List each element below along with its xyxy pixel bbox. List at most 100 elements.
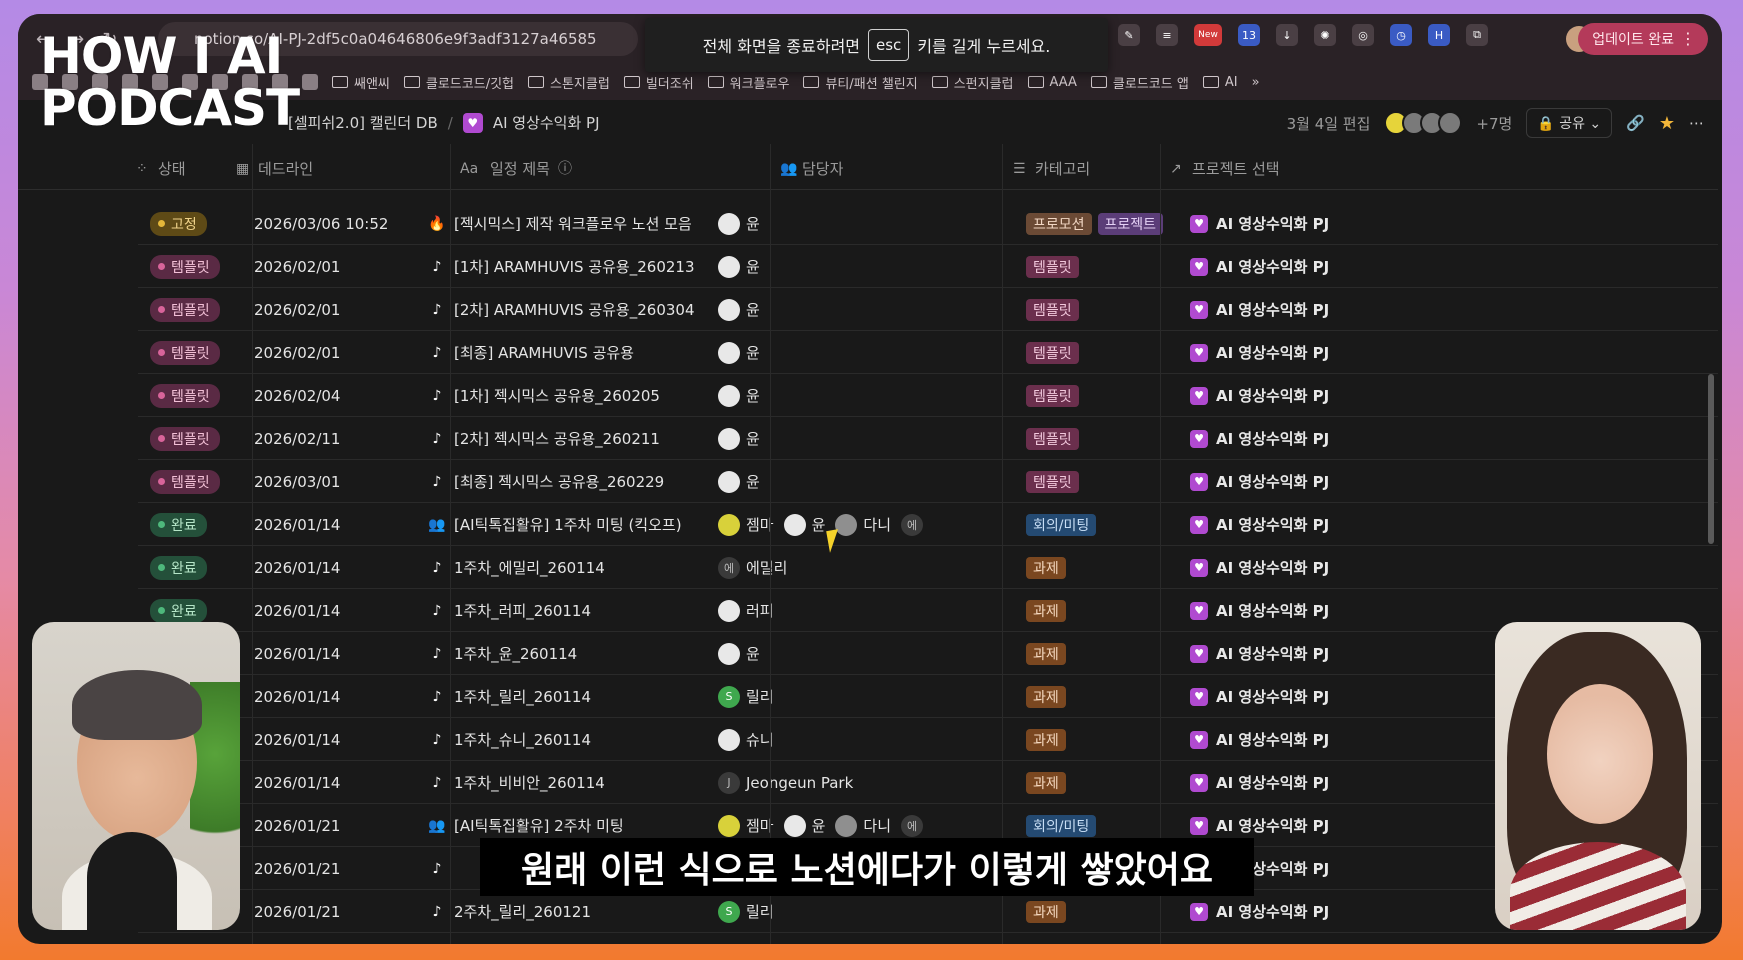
table-row[interactable]: 완료2026/01/21♪2주차_릴리_260121S릴리과제♥AI 영상수익화…	[138, 890, 1718, 933]
title-cell[interactable]: ♪ [1차] 젝시믹스 공유용_260205	[428, 374, 660, 417]
assignee-cell[interactable]: 러피	[718, 589, 784, 632]
project-cell[interactable]: ♥ AI 영상수익화 PJ	[1190, 331, 1329, 374]
category-cell[interactable]: 과제	[1026, 890, 1072, 933]
status-cell[interactable]: 템플릿	[150, 245, 220, 288]
assignee-cell[interactable]: 윤	[718, 374, 770, 417]
title-cell[interactable]: ♪ 1주차_릴리_260114	[428, 675, 591, 718]
table-row[interactable]: 템플릿 2026/02/01 ♪ [최종] ARAMHUVIS 공유용 윤 템플릿 ♥ AI …	[138, 331, 1718, 374]
table-row[interactable]: 템플릿 2026/02/01 ♪ [2차] ARAMHUVIS 공유용_260304 윤…	[138, 288, 1718, 331]
column-assignee[interactable]: 👥 담당자	[780, 158, 843, 179]
status-badge[interactable]: 템플릿	[150, 297, 220, 322]
assignee-cell[interactable]: 윤	[718, 460, 770, 503]
table-row[interactable]: 완료2026/01/14♪1주차_슈니_260114슈니과제♥AI 영상수익화 …	[138, 718, 1718, 761]
extension-icon[interactable]: ◎	[1352, 24, 1374, 46]
category-cell[interactable]: 과제	[1026, 632, 1072, 675]
title-cell[interactable]: ♪ 1주차_러피_260114	[428, 589, 591, 632]
update-button[interactable]: 업데이트 완료 ⋮	[1578, 23, 1708, 55]
bookmark-folder[interactable]: 뷰티/패션 챌린지	[803, 73, 918, 92]
project-cell[interactable]: ♥ AI 영상수익화 PJ	[1190, 761, 1329, 804]
project-cell[interactable]: ♥ AI 영상수익화 PJ	[1190, 460, 1329, 503]
assignee-cell[interactable]: 슈니	[718, 718, 784, 761]
status-badge[interactable]: 템플릿	[150, 254, 220, 279]
table-row[interactable]: 템플릿 2026/02/04 ♪ [1차] 젝시믹스 공유용_260205 윤 템플릿 ♥ A…	[138, 374, 1718, 417]
deadline-cell[interactable]: 2026/02/01	[254, 245, 340, 288]
status-cell[interactable]: 템플릿	[150, 417, 220, 460]
title-cell[interactable]: ♪ [최종] 젝시믹스 공유용_260229	[428, 460, 665, 503]
deadline-cell[interactable]: 2026/01/14	[254, 503, 340, 546]
extension-icon[interactable]: H	[1428, 24, 1450, 46]
column-status[interactable]: ⁘ 상태	[136, 158, 186, 179]
bookmark-folder[interactable]: 스톤지클럽	[528, 73, 610, 92]
assignee-cell[interactable]: 윤	[718, 417, 770, 460]
category-cell[interactable]: 템플릿	[1026, 374, 1085, 417]
category-cell[interactable]: 과제	[1026, 761, 1072, 804]
deadline-cell[interactable]: 2026/01/14	[254, 632, 340, 675]
status-badge[interactable]: 템플릿	[150, 426, 220, 451]
favorite-star-icon[interactable]: ★	[1659, 113, 1675, 134]
category-cell[interactable]: 과제	[1026, 675, 1072, 718]
bookmark-folder[interactable]: 워크플로우	[707, 73, 789, 92]
assignee[interactable]: 젬마	[718, 513, 774, 536]
title-cell[interactable]: ♪ [1차] ARAMHUVIS 공유용_260213	[428, 245, 695, 288]
status-cell[interactable]: 완료	[150, 503, 207, 546]
table-row[interactable]: 템플릿 2026/02/11 ♪ [2차] 젝시믹스 공유용_260211 윤 템플릿 ♥ A…	[138, 417, 1718, 460]
project-relation[interactable]: ♥ AI 영상수익화 PJ	[1190, 686, 1329, 707]
assignee-cell[interactable]: S 릴리	[718, 890, 784, 933]
deadline-cell[interactable]: 2026/01/14	[254, 718, 340, 761]
assignee[interactable]: 윤	[718, 427, 760, 450]
title-cell[interactable]: 🔥 [젝시믹스] 제작 워크플로우 노션 모음	[428, 202, 692, 245]
table-row[interactable]: 완료2026/01/14♪1주차_윤_260114윤과제♥AI 영상수익화 PJ	[138, 632, 1718, 675]
category-cell[interactable]: 템플릿	[1026, 417, 1085, 460]
deadline-cell[interactable]: 2026/01/14	[254, 589, 340, 632]
table-row[interactable]: 템플릿 2026/03/01 ♪ [최종] 젝시믹스 공유용_260229 윤 템플릿 ♥ A…	[138, 460, 1718, 503]
project-cell[interactable]: ♥ AI 영상수익화 PJ	[1190, 546, 1329, 589]
assignee[interactable]: 젬마	[718, 814, 774, 837]
assignee[interactable]: 에	[901, 814, 924, 837]
project-relation[interactable]: ♥ AI 영상수익화 PJ	[1190, 600, 1329, 621]
assignee-cell[interactable]: 윤	[718, 632, 770, 675]
column-category[interactable]: ☰ 카테고리	[1013, 158, 1090, 179]
table-row[interactable]: 완료2026/01/14♪1주차_비비안_260114JJeongeun Par…	[138, 761, 1718, 804]
assignee[interactable]: J Jeongeun Park	[718, 771, 853, 794]
status-badge[interactable]: 템플릿	[150, 469, 220, 494]
bookmark-folder[interactable]: AAA	[1027, 75, 1077, 90]
vertical-scrollbar[interactable]	[1708, 374, 1714, 544]
deadline-cell[interactable]: 2026/01/14	[254, 761, 340, 804]
more-bookmarks-icon[interactable]: »	[1252, 75, 1260, 90]
project-cell[interactable]: ♥ AI 영상수익화 PJ	[1190, 245, 1329, 288]
bookmark-folder[interactable]: 클로드코드 앱	[1090, 73, 1189, 92]
assignee-cell[interactable]: 윤	[718, 245, 770, 288]
project-relation[interactable]: ♥ AI 영상수익화 PJ	[1190, 643, 1329, 664]
project-relation[interactable]: ♥ AI 영상수익화 PJ	[1190, 428, 1329, 449]
deadline-cell[interactable]: 2026/02/01	[254, 288, 340, 331]
new-badge-icon[interactable]: New	[1194, 24, 1222, 46]
assignee-cell[interactable]: J Jeongeun Park	[718, 761, 863, 804]
project-relation[interactable]: ♥ AI 영상수익화 PJ	[1190, 729, 1329, 750]
title-cell[interactable]: 👥 [AI틱톡집활유] 1주차 미팅 (킥오프)	[428, 503, 681, 546]
assignee-cell[interactable]: 윤	[718, 331, 770, 374]
project-relation[interactable]: ♥ AI 영상수익화 PJ	[1190, 213, 1329, 234]
breadcrumb-page[interactable]: AI 영상수익화 PJ	[493, 112, 600, 133]
assignee-cell[interactable]: 윤	[718, 202, 770, 245]
status-badge[interactable]: 완료	[150, 598, 207, 623]
deadline-cell[interactable]: 2026/02/11	[254, 417, 340, 460]
deadline-cell[interactable]: 2026/01/21	[254, 890, 340, 933]
assignee[interactable]: S 릴리	[718, 900, 774, 923]
assignee[interactable]: 윤	[718, 470, 760, 493]
title-cell[interactable]: ♪ 2주차_릴리_260121	[428, 890, 591, 933]
member-avatars[interactable]	[1384, 111, 1463, 135]
gmail-icon[interactable]	[302, 74, 318, 90]
bookmark-folder[interactable]: 쌔앤씨	[332, 73, 390, 92]
assignee[interactable]: S 릴리	[718, 685, 774, 708]
status-cell[interactable]: 템플릿	[150, 374, 220, 417]
deadline-cell[interactable]: 2026/03/01	[254, 460, 340, 503]
assignee[interactable]: 다니	[835, 814, 891, 837]
bookmark-folder[interactable]: 스펀지클럽	[931, 73, 1014, 92]
extension-icon[interactable]: ≡	[1156, 24, 1178, 46]
project-relation[interactable]: ♥ AI 영상수익화 PJ	[1190, 772, 1329, 793]
table-row[interactable]: 완료2026/01/14♪1주차_릴리_260114S릴리과제♥AI 영상수익화…	[138, 675, 1718, 718]
assignee[interactable]: 윤	[718, 212, 760, 235]
more-options-icon[interactable]: ⋯	[1689, 114, 1704, 132]
status-cell[interactable]: 템플릿	[150, 288, 220, 331]
assignee-cell[interactable]: 에 에밀리	[718, 546, 797, 589]
